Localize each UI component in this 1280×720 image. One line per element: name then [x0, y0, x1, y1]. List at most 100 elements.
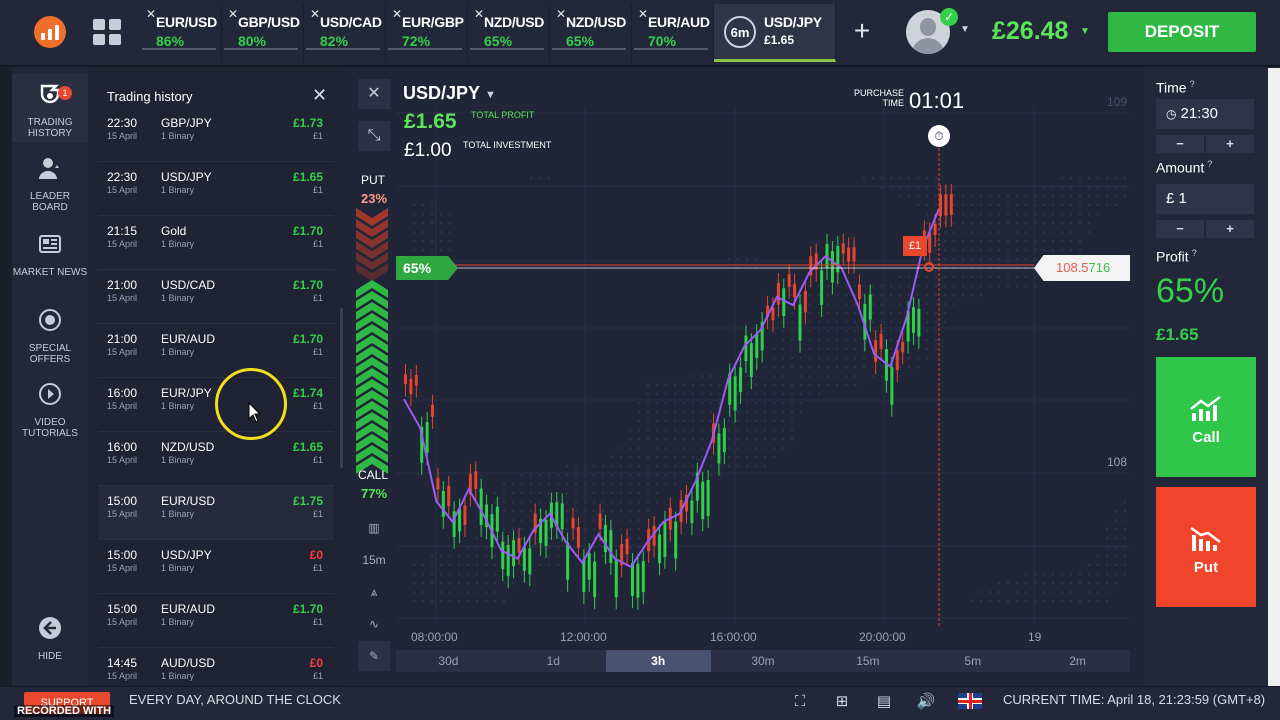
candle-body — [425, 422, 429, 453]
chevron-down-icon[interactable]: ▼ — [485, 89, 496, 101]
deposit-button[interactable]: DEPOSIT — [1108, 12, 1256, 52]
indicators-icon[interactable]: ⩓ — [358, 577, 390, 607]
timeframe-option[interactable]: 30d — [396, 650, 501, 672]
map-dot — [925, 275, 929, 279]
map-dot — [502, 527, 506, 531]
history-row[interactable]: 21:15 15 April Gold 1 Binary £1.70 £1 — [98, 216, 334, 270]
map-dot — [466, 599, 470, 603]
fullscreen-icon[interactable]: ⛶ — [790, 692, 810, 712]
map-dot — [844, 383, 848, 387]
timeframe-option-selected[interactable]: 3h — [605, 650, 711, 672]
chevron-down-icon[interactable]: ▼ — [1080, 26, 1090, 37]
asset-tab[interactable]: ✕ USD/CAD 82% — [304, 4, 386, 62]
purchase-time-label: PURCHASE TIME — [853, 88, 904, 108]
map-dot — [502, 509, 506, 513]
asset-tab[interactable]: ✕ NZD/USD 65% — [468, 4, 550, 62]
asset-tab[interactable]: ✕ EUR/AUD 70% — [632, 4, 714, 62]
sidebar-item-leader-board[interactable]: LEADER BOARD — [12, 156, 88, 213]
close-tab-icon[interactable]: ✕ — [146, 7, 156, 21]
chart-canvas[interactable] — [344, 68, 1144, 686]
chart-pair-title[interactable]: USD/JPY — [403, 83, 480, 104]
history-row[interactable]: 16:00 15 April NZD/USD 1 Binary £1.65 £1 — [98, 432, 334, 486]
close-tab-icon[interactable]: ✕ — [638, 7, 648, 21]
add-asset-button[interactable]: + — [842, 14, 882, 50]
amount-field[interactable]: £ 1 — [1156, 184, 1254, 214]
history-row[interactable]: 15:00 15 April USD/JPY 1 Binary £0 £1 — [98, 540, 334, 594]
help-icon[interactable]: ? — [1190, 79, 1195, 89]
amount-plus-button[interactable]: + — [1206, 220, 1254, 238]
map-dot — [1006, 239, 1010, 243]
sidebar-item-hide[interactable]: HIDE — [12, 616, 88, 662]
map-dot — [745, 419, 749, 423]
map-dot — [898, 365, 902, 369]
grid-menu-icon[interactable] — [90, 16, 122, 48]
draw-pencil-icon[interactable]: ✎ — [358, 641, 390, 671]
candle-interval-button[interactable]: 15m — [358, 545, 390, 575]
chevron-down-icon[interactable]: ▼ — [960, 24, 970, 35]
close-tab-icon[interactable]: ✕ — [556, 7, 566, 21]
map-dot — [565, 527, 569, 531]
map-dot — [1114, 509, 1118, 513]
asset-tab[interactable]: ✕ NZD/USD 65% — [550, 4, 632, 62]
history-row[interactable]: 15:00 15 April EUR/USD 1 Binary £1.75 £1 — [98, 486, 334, 540]
asset-tab[interactable]: ✕ EUR/USD 86% — [140, 4, 222, 62]
map-dot — [592, 500, 596, 504]
sidebar-item-video-tutorials[interactable]: VIDEO TUTORIALS — [12, 382, 88, 439]
time-plus-button[interactable]: + — [1206, 135, 1254, 153]
help-icon[interactable]: ? — [1192, 248, 1197, 258]
help-icon[interactable]: ? — [1207, 159, 1212, 169]
layout-icon[interactable]: ⊞ — [832, 692, 852, 712]
close-tab-icon[interactable]: ✕ — [310, 7, 320, 21]
time-minus-button[interactable]: − — [1156, 135, 1204, 153]
close-tab-icon[interactable]: ✕ — [228, 7, 238, 21]
map-dot — [1006, 230, 1010, 234]
map-dot — [790, 365, 794, 369]
map-dot — [1105, 536, 1109, 540]
map-dot — [439, 212, 443, 216]
timeframe-option[interactable]: 5m — [920, 650, 1025, 672]
history-row[interactable]: 22:30 15 April USD/JPY 1 Binary £1.65 £1 — [98, 162, 334, 216]
map-dot — [493, 581, 497, 585]
sidebar-item-special-offers[interactable]: SPECIAL OFFERS — [12, 308, 88, 365]
sidebar-item-trading-history[interactable]: 1 TRADING HISTORY — [12, 74, 88, 142]
volume-icon[interactable]: 🔊 — [916, 692, 936, 712]
map-dot — [889, 293, 893, 297]
asset-tab[interactable]: ✕ GBP/USD 80% — [222, 4, 304, 62]
put-button[interactable]: Put — [1156, 487, 1256, 607]
close-tab-icon[interactable]: ✕ — [392, 7, 402, 21]
collapse-icon[interactable]: ⤡ — [358, 121, 390, 151]
history-row[interactable]: 22:30 15 April GBP/JPY 1 Binary £1.73 £1 — [98, 108, 334, 162]
app-logo-icon[interactable] — [34, 16, 66, 48]
language-flag-icon[interactable] — [958, 693, 982, 709]
scrollbar[interactable] — [340, 308, 343, 468]
price-chart[interactable]: ✕ ⤡ USD/JPY ▼ £1.65 TOTAL PROFIT £1.00 T… — [344, 68, 1144, 686]
history-row[interactable]: 21:00 15 April USD/CAD 1 Binary £1.70 £1 — [98, 270, 334, 324]
call-button[interactable]: Call — [1156, 357, 1256, 477]
timeframe-option[interactable]: 2m — [1025, 650, 1130, 672]
amount-minus-button[interactable]: − — [1156, 220, 1204, 238]
timeframe-option[interactable]: 15m — [815, 650, 920, 672]
history-row[interactable]: 21:00 15 April EUR/AUD 1 Binary £1.70 £1 — [98, 324, 334, 378]
map-dot — [853, 365, 857, 369]
asset-tab[interactable]: ✕ EUR/GBP 72% — [386, 4, 468, 62]
asset-tab-active[interactable]: 6m USD/JPY £1.65 — [714, 4, 836, 62]
close-icon[interactable]: ✕ — [312, 85, 327, 106]
chart-type-icon[interactable]: ▥ — [358, 513, 390, 543]
close-chart-icon[interactable]: ✕ — [358, 79, 390, 109]
close-tab-icon[interactable]: ✕ — [474, 7, 484, 21]
history-row[interactable]: 14:45 15 April AUD/USD 1 Binary £0 £1 — [98, 648, 334, 686]
expiry-time-field[interactable]: ◷ 21:30 — [1156, 99, 1254, 129]
candle-body — [603, 524, 607, 553]
account-balance[interactable]: £26.48 — [992, 17, 1068, 46]
map-dot — [1015, 599, 1019, 603]
timeframe-option[interactable]: 1d — [501, 650, 606, 672]
library-icon[interactable]: ▤ — [874, 692, 894, 712]
sidebar-item-market-news[interactable]: MARKET NEWS — [12, 232, 88, 278]
history-row[interactable]: 15:00 15 April EUR/AUD 1 Binary £1.70 £1 — [98, 594, 334, 648]
timeframe-option[interactable]: 30m — [711, 650, 816, 672]
map-dot — [871, 302, 875, 306]
map-dot — [412, 572, 416, 576]
trend-line-icon[interactable]: ∿ — [358, 609, 390, 639]
map-dot — [709, 473, 713, 477]
map-dot — [511, 500, 515, 504]
